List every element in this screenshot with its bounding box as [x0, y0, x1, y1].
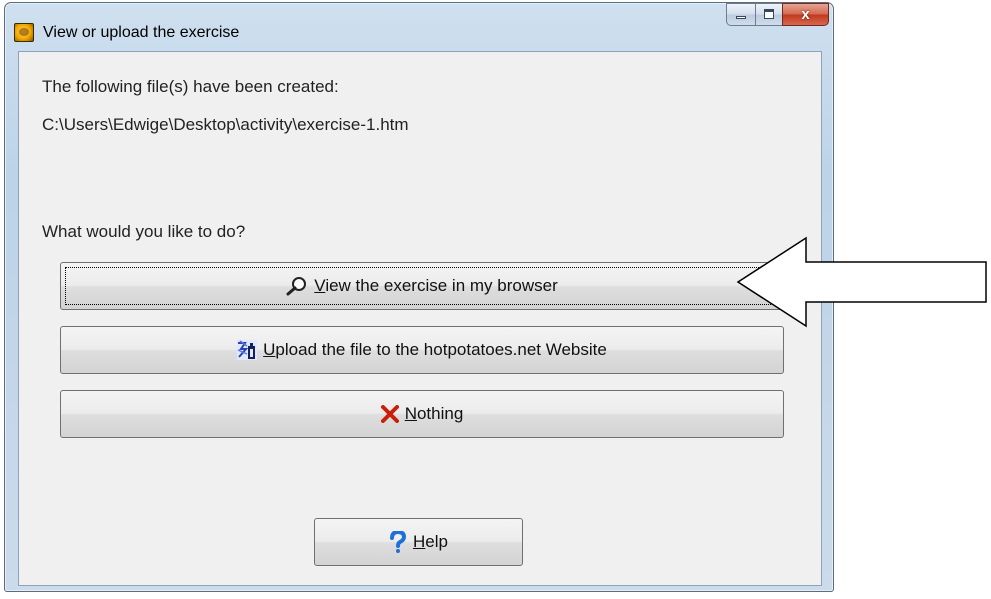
question-mark-icon — [389, 531, 407, 553]
callout-arrow-icon — [736, 236, 987, 328]
maximize-button[interactable] — [755, 3, 782, 26]
hotpotatoes-net-icon — [237, 340, 258, 360]
nothing-button-label: Nothing — [404, 404, 464, 423]
caption-buttons: x — [726, 3, 829, 26]
title-bar[interactable]: View or upload the exercise x — [5, 3, 833, 43]
dialog-window: View or upload the exercise x The follow… — [4, 2, 834, 592]
upload-button-label: Upload the file to the hotpotatoes.net W… — [263, 340, 607, 359]
red-x-icon — [380, 405, 399, 423]
file-path: C:\Users\Edwige\Desktop\activity\exercis… — [42, 115, 409, 134]
close-button[interactable]: x — [782, 3, 829, 26]
close-icon: x — [801, 6, 810, 23]
focus-rectangle — [65, 267, 779, 305]
minimize-icon — [736, 16, 746, 19]
question-label: What would you like to do? — [42, 222, 246, 241]
dialog-client-area: The following file(s) have been created:… — [18, 51, 822, 586]
minimize-button[interactable] — [726, 3, 755, 26]
nothing-button[interactable]: Nothing — [60, 390, 784, 438]
help-button[interactable]: Help — [314, 518, 523, 566]
upload-to-website-button[interactable]: Upload the file to the hotpotatoes.net W… — [60, 326, 784, 374]
hotpotatoes-app-icon[interactable] — [14, 23, 34, 42]
window-title: View or upload the exercise — [43, 24, 240, 41]
help-button-label: Help — [413, 532, 448, 551]
view-in-browser-button[interactable]: View the exercise in my browser — [60, 262, 784, 310]
maximize-icon — [764, 9, 774, 19]
created-files-label: The following file(s) have been created: — [42, 77, 339, 96]
